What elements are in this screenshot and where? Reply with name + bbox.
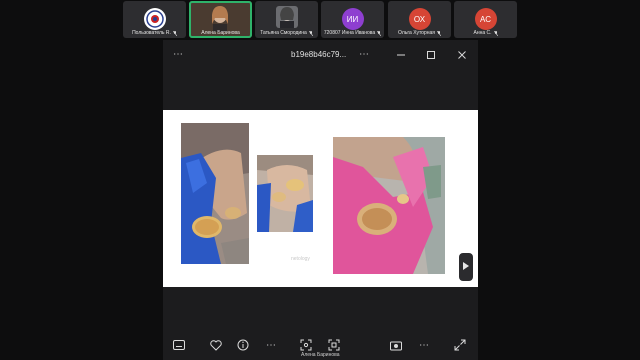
- image-viewer: ⋯ b19e8b46c79... ⋯ netology: [163, 40, 478, 360]
- participant-name: Татьяна Смородина: [260, 30, 307, 36]
- meeting-window: Пользователь R. Алена Баринова Татьяна С…: [0, 0, 640, 360]
- viewer-toolbar: ⋯ b19e8b46c79... ⋯: [163, 40, 478, 70]
- participant-name: Алена Баринова: [201, 30, 240, 36]
- minimize-icon[interactable]: [396, 50, 406, 63]
- foot-photo-1: [181, 123, 249, 264]
- more-icon[interactable]: ⋯: [417, 338, 431, 352]
- more-icon[interactable]: ⋯: [359, 50, 369, 60]
- camera-icon[interactable]: [389, 338, 403, 352]
- participant-tile[interactable]: Татьяна Смородина: [255, 1, 318, 38]
- viewer-bottom-toolbar: ⋯ Алена Баринова ⋯: [163, 332, 478, 360]
- participant-tile[interactable]: ОХ Ольга Хуторная: [388, 1, 451, 38]
- participant-name: 720807 Инна Иванова: [323, 30, 376, 36]
- avatar: ИИ: [341, 8, 364, 30]
- more-icon[interactable]: ⋯: [264, 338, 278, 352]
- heart-icon[interactable]: [209, 338, 223, 352]
- participant-photo: [276, 6, 298, 28]
- mic-muted-icon: [308, 30, 314, 36]
- foot-photo-3: [333, 137, 445, 274]
- screenshot-icon[interactable]: [327, 338, 341, 352]
- viewer-title: b19e8b46c79...: [291, 50, 347, 59]
- user-logo-icon: [143, 8, 166, 30]
- participant-name: Анна С.: [473, 30, 492, 36]
- mic-muted-icon: [376, 30, 382, 36]
- mic-muted-icon: [436, 30, 442, 36]
- participant-video: [206, 4, 234, 32]
- presentation-slide: netology: [163, 110, 478, 287]
- mic-muted-icon: [172, 30, 178, 36]
- close-icon[interactable]: [457, 50, 467, 63]
- participant-tile[interactable]: Пользователь R.: [123, 1, 186, 38]
- expand-icon[interactable]: [453, 338, 467, 352]
- info-icon[interactable]: [236, 338, 250, 352]
- avatar: ОХ: [408, 8, 431, 30]
- participant-tile-active[interactable]: Алена Баринова: [189, 1, 252, 38]
- next-slide-icon: [462, 258, 470, 276]
- participant-name: Пользователь R.: [132, 30, 171, 36]
- foot-photo-2: [257, 155, 313, 232]
- participant-name: Ольга Хуторная: [397, 30, 435, 36]
- next-slide-button[interactable]: [459, 253, 473, 281]
- mic-muted-icon: [493, 30, 498, 36]
- avatar: АС: [474, 8, 497, 30]
- more-icon[interactable]: ⋯: [173, 50, 183, 60]
- crop-icon[interactable]: [299, 338, 313, 352]
- captions-icon[interactable]: [172, 338, 186, 352]
- participant-tile[interactable]: АС Анна С.: [454, 1, 517, 38]
- watermark: netology: [291, 256, 310, 262]
- participant-tile[interactable]: ИИ 720807 Инна Иванова: [321, 1, 384, 38]
- maximize-icon[interactable]: [426, 50, 436, 63]
- presenter-name: Алена Баринова: [301, 352, 340, 358]
